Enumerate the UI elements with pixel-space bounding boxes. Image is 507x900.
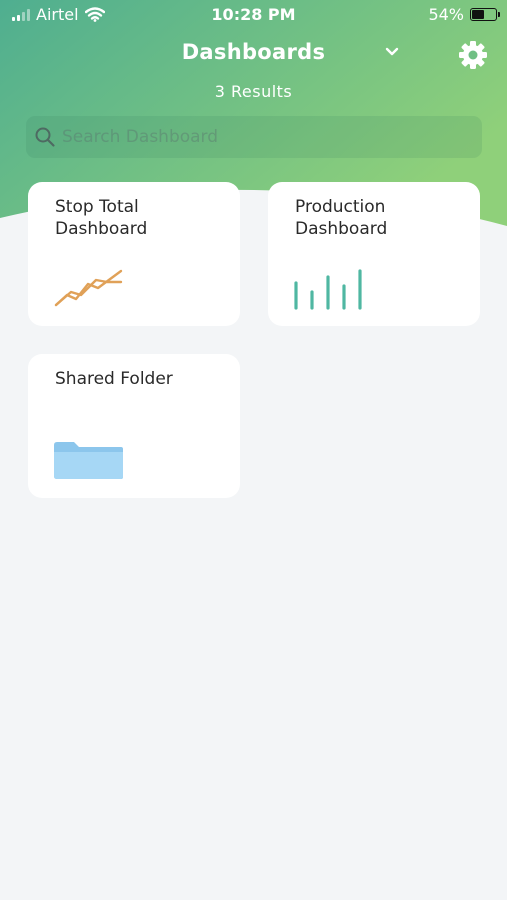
page-title[interactable]: Dashboards bbox=[0, 40, 507, 64]
dashboard-card-production[interactable]: Production Dashboard bbox=[268, 182, 480, 326]
chevron-down-icon[interactable] bbox=[384, 46, 400, 58]
search-icon bbox=[35, 127, 55, 147]
folder-icon bbox=[54, 442, 123, 479]
card-label: Production Dashboard bbox=[295, 197, 388, 239]
search-bar[interactable] bbox=[26, 116, 482, 158]
battery-icon bbox=[470, 8, 500, 21]
status-bar: Airtel 10:28 PM 54% bbox=[0, 0, 507, 30]
card-label: Stop Total Dashboard bbox=[55, 197, 148, 239]
line-chart-icon bbox=[54, 269, 123, 307]
battery-percent: 54% bbox=[428, 5, 464, 24]
gear-icon[interactable] bbox=[458, 40, 488, 70]
dashboard-card-stop-total[interactable]: Stop Total Dashboard bbox=[28, 182, 240, 326]
results-count: 3 Results bbox=[214, 82, 293, 101]
shared-folder-card[interactable]: Shared Folder bbox=[28, 354, 240, 498]
bar-chart-icon bbox=[294, 269, 362, 310]
search-input[interactable] bbox=[62, 116, 472, 158]
card-label: Shared Folder bbox=[55, 369, 173, 389]
